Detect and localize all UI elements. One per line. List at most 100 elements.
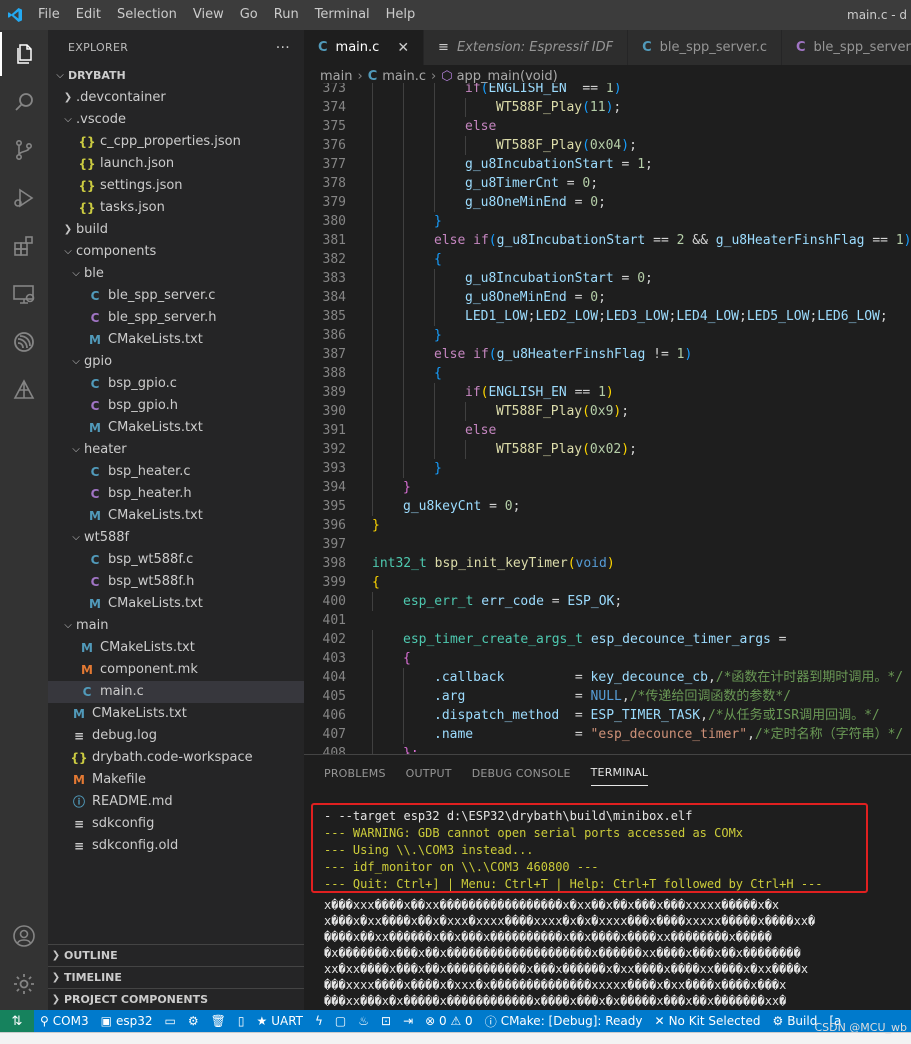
tab-extension-espressif[interactable]: ≡ Extension: Espressif IDF: [424, 30, 629, 65]
tree-folder[interactable]: ⌵ DRYBATH: [48, 65, 304, 87]
menu-edit[interactable]: Edit: [68, 0, 109, 30]
tab-problems[interactable]: PROBLEMS: [324, 761, 386, 786]
tree-folder[interactable]: ⌵ .vscode: [48, 109, 304, 131]
tree-item-label: sdkconfig.old: [92, 838, 179, 853]
tree-file[interactable]: {} launch.json: [48, 153, 304, 175]
tree-file[interactable]: Cble_spp_server.h: [48, 307, 304, 329]
tree-folder[interactable]: ⌵ main: [48, 615, 304, 637]
menu-file[interactable]: File: [30, 0, 68, 30]
menu-view[interactable]: View: [185, 0, 232, 30]
breadcrumb-folder[interactable]: main: [320, 69, 352, 84]
indent-guide: [372, 345, 373, 364]
monitor-icon[interactable]: ▢: [329, 1014, 352, 1028]
tree-file[interactable]: M Makefile: [48, 769, 304, 791]
extensions-icon[interactable]: [0, 224, 48, 268]
menu-selection[interactable]: Selection: [109, 0, 185, 30]
tree-file[interactable]: M CMakeLists.txt: [48, 505, 304, 527]
code-editor[interactable]: 373 if(ENGLISH_EN == 1) 374 WT588F_Play(11)…: [304, 83, 911, 754]
code-token: =: [613, 157, 638, 172]
code-token: =: [558, 176, 583, 191]
tab-ble-spp-server-c[interactable]: C ble_spp_server.c: [628, 30, 782, 65]
tree-file[interactable]: ⓘ README.md: [48, 791, 304, 813]
search-icon[interactable]: [0, 80, 48, 124]
espressif-icon[interactable]: [0, 320, 48, 364]
close-icon[interactable]: ✕: [397, 40, 409, 56]
menu-help[interactable]: Help: [378, 0, 424, 30]
flash-method-item[interactable]: ★ UART: [250, 1014, 309, 1028]
tree-file[interactable]: M CMakeLists.txt: [48, 329, 304, 351]
tree-folder[interactable]: ❯ build: [48, 219, 304, 241]
tab-ble-spp-server-h[interactable]: C ble_spp_server.h: [782, 30, 911, 65]
tree-file[interactable]: M CMakeLists.txt: [48, 703, 304, 725]
tree-file[interactable]: ≡ sdkconfig.old: [48, 835, 304, 857]
tree-folder[interactable]: ❯ .devcontainer: [48, 87, 304, 109]
tree-folder[interactable]: ⌵ wt588f: [48, 527, 304, 549]
tree-folder[interactable]: ⌵ heater: [48, 439, 304, 461]
terminal-output[interactable]: - --target esp32 d:\ESP32\drybath\build\…: [304, 799, 911, 1011]
tab-main-c[interactable]: C main.c ✕: [304, 30, 425, 65]
debug-icon[interactable]: ⇥: [397, 1014, 419, 1028]
tree-item-label: CMakeLists.txt: [108, 332, 203, 347]
indent-guide: [372, 421, 373, 440]
idf-icon[interactable]: [0, 368, 48, 412]
tree-file[interactable]: M CMakeLists.txt: [48, 417, 304, 439]
outline-section[interactable]: ❯ OUTLINE: [48, 944, 304, 966]
tree-item-label: .vscode: [76, 112, 126, 127]
tree-file[interactable]: Cble_spp_server.c: [48, 285, 304, 307]
timeline-section[interactable]: ❯ TIMELINE: [48, 966, 304, 988]
indent-guide: [372, 706, 373, 725]
tree-file[interactable]: {} c_cpp_properties.json: [48, 131, 304, 153]
tree-file[interactable]: ≡ sdkconfig: [48, 813, 304, 835]
folder-icon[interactable]: ▭: [158, 1014, 181, 1028]
config-gear-icon[interactable]: ⚙: [182, 1014, 205, 1028]
flame-icon[interactable]: ♨: [352, 1014, 375, 1028]
more-actions-icon[interactable]: ···: [276, 40, 290, 56]
menu-run[interactable]: Run: [266, 0, 307, 30]
tree-file[interactable]: Cbsp_gpio.c: [48, 373, 304, 395]
c-file-icon: C: [82, 685, 92, 699]
tree-file[interactable]: Cbsp_heater.c: [48, 461, 304, 483]
tree-file[interactable]: M CMakeLists.txt: [48, 637, 304, 659]
tab-debug-console[interactable]: DEBUG CONSOLE: [472, 761, 571, 786]
project-components-section[interactable]: ❯ PROJECT COMPONENTS: [48, 988, 304, 1010]
tree-file[interactable]: {} drybath.code-workspace: [48, 747, 304, 769]
serial-port-item[interactable]: ⚲ COM3: [34, 1014, 95, 1028]
breadcrumb-file[interactable]: main.c: [382, 69, 426, 84]
tree-file[interactable]: Cmain.c: [48, 681, 304, 703]
menu-terminal[interactable]: Terminal: [307, 0, 378, 30]
remote-indicator-icon[interactable]: ⇅: [0, 1010, 34, 1032]
tree-file[interactable]: Mcomponent.mk: [48, 659, 304, 681]
tree-folder[interactable]: ⌵ gpio: [48, 351, 304, 373]
menu-go[interactable]: Go: [232, 0, 266, 30]
tree-file[interactable]: Cbsp_heater.h: [48, 483, 304, 505]
tab-output[interactable]: OUTPUT: [406, 761, 452, 786]
tree-file[interactable]: {} settings.json: [48, 175, 304, 197]
tree-folder[interactable]: ⌵ components: [48, 241, 304, 263]
settings-gear-icon[interactable]: [0, 962, 48, 1006]
build-flash-icon[interactable]: ϟ: [309, 1014, 329, 1028]
target-chip-item[interactable]: ▣ esp32: [95, 1014, 159, 1028]
tree-file[interactable]: M CMakeLists.txt: [48, 593, 304, 615]
run-debug-icon[interactable]: [0, 176, 48, 220]
code-token: WT588F_Play: [496, 100, 583, 115]
tree-file[interactable]: {} tasks.json: [48, 197, 304, 219]
trash-icon[interactable]: 🗑: [205, 1014, 232, 1028]
code-text: g_u8keyCnt = 0;: [403, 497, 520, 516]
tree-file[interactable]: Cbsp_wt588f.c: [48, 549, 304, 571]
tree-file[interactable]: Cbsp_gpio.h: [48, 395, 304, 417]
account-icon[interactable]: [0, 914, 48, 958]
code-token: {: [434, 252, 442, 267]
kit-selector-item[interactable]: ✕ No Kit Selected: [649, 1014, 767, 1028]
tree-file[interactable]: ≡ debug.log: [48, 725, 304, 747]
tree-folder[interactable]: ⌵ ble: [48, 263, 304, 285]
problems-item[interactable]: ⊗ 0 ⚠ 0: [419, 1014, 479, 1028]
flash-icon[interactable]: ▯: [232, 1014, 251, 1028]
remote-explorer-icon[interactable]: [0, 272, 48, 316]
explorer-icon[interactable]: [0, 32, 48, 76]
tab-terminal[interactable]: TERMINAL: [590, 760, 649, 786]
tree-file[interactable]: Cbsp_wt588f.h: [48, 571, 304, 593]
cmake-status-item[interactable]: ⓘ CMake: [Debug]: Ready: [479, 1013, 649, 1030]
terminal-icon[interactable]: ⊡: [375, 1014, 397, 1028]
breadcrumb-symbol[interactable]: app_main(void): [457, 69, 558, 84]
source-control-icon[interactable]: [0, 128, 48, 172]
